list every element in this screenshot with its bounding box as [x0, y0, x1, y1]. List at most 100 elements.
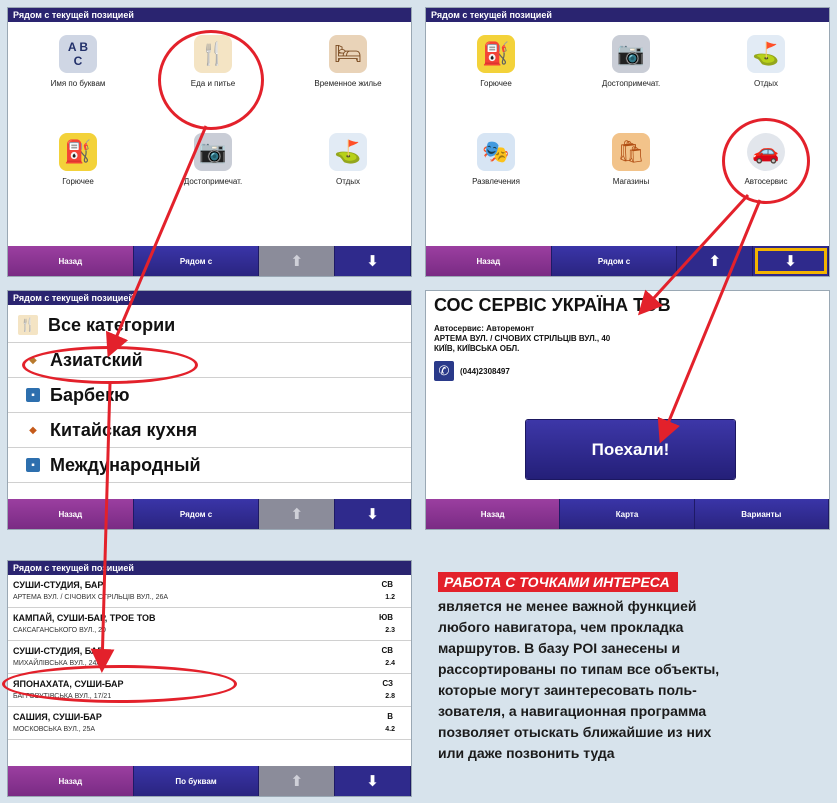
call-button[interactable]: ✆ (044)2308497	[434, 361, 510, 381]
cutlery-icon: 🍴	[18, 315, 38, 335]
scroll-up-icon[interactable]: ⬆	[259, 246, 336, 276]
result-name: САШИЯ, СУШИ-БАР	[13, 712, 102, 722]
caption-body: является не менее важной функцией любого…	[438, 598, 720, 761]
category-entertainment[interactable]: 🎭 Развлечения	[426, 133, 566, 186]
category-label: Отдых	[753, 79, 779, 88]
fuel-pump-icon: ⛽	[477, 35, 515, 73]
result-name: КАМПАЙ, СУШИ-БАР, ТРОЕ ТОВ	[13, 613, 156, 623]
result-name: СУШИ-СТУДИЯ, БАР	[13, 646, 104, 656]
options-button[interactable]: Варианты	[694, 499, 829, 529]
result-distance: 2.8	[385, 693, 395, 700]
category-spell-name[interactable]: A BC Имя по буквам	[8, 35, 148, 88]
list-item-bbq[interactable]: ▪ Барбекю	[8, 378, 411, 413]
category-attractions[interactable]: 📷 Достопримечат.	[561, 35, 701, 88]
abc-blocks-icon: A BC	[59, 35, 97, 73]
category-label: Достопримечат.	[183, 177, 243, 186]
list-item-asian[interactable]: ◆ Азиатский	[8, 343, 411, 378]
leaf-icon: ◆	[29, 354, 37, 366]
category-attractions[interactable]: 📷 Достопримечат.	[143, 133, 283, 186]
bed-icon: 🛏	[329, 35, 367, 73]
category-label: Имя по буквам	[50, 79, 106, 88]
cutlery-icon: 🍴	[194, 35, 232, 73]
table-row[interactable]: КАМПАЙ, СУШИ-БАР, ТРОЕ ТОВ САКСАГАНСЬКОГ…	[8, 608, 411, 641]
chopsticks-icon: ◆	[29, 424, 37, 436]
result-address: САКСАГАНСЬКОГО ВУЛ., 20	[13, 627, 106, 634]
poi-city: КИЇВ, КИЇВСЬКА ОБЛ.	[434, 344, 520, 353]
back-button[interactable]: Назад	[426, 499, 561, 529]
title-bar: Рядом с текущей позицией	[8, 8, 411, 22]
category-fuel[interactable]: ⛽ Горючее	[426, 35, 566, 88]
table-row[interactable]: СУШИ-СТУДИЯ, БАР МИХАЙЛІВСЬКА ВУЛ., 24А …	[8, 641, 411, 674]
list-item-all-categories[interactable]: 🍴 Все категории	[8, 308, 411, 343]
poi-address: АРТЕМА ВУЛ. / СІЧОВИХ СТРІЛЬЦІВ ВУЛ., 40	[434, 334, 611, 343]
category-label: Развлечения	[472, 177, 520, 186]
poi-name: СОС СЕРВІС УКРАЇНА ТОВ	[434, 295, 671, 315]
result-distance: 2.4	[385, 660, 395, 667]
result-direction: СВ	[381, 646, 393, 655]
result-distance: 4.2	[385, 726, 395, 733]
scroll-down-icon[interactable]: ⬇	[335, 499, 411, 529]
near-button[interactable]: Рядом с	[133, 246, 260, 276]
title-bar: Рядом с текущей позицией	[8, 561, 411, 575]
screen-food-subcategories: Рядом с текущей позицией 🍴 Все категории…	[7, 290, 412, 530]
scroll-down-icon[interactable]: ⬇	[753, 246, 829, 276]
category-label: Отдых	[335, 177, 361, 186]
scroll-down-icon[interactable]: ⬇	[335, 246, 411, 276]
map-button[interactable]: Карта	[560, 499, 695, 529]
category-label: Достопримечат.	[601, 79, 661, 88]
bottom-bar: Назад Рядом с ⬆ ⬇	[8, 246, 411, 276]
bottom-bar: Назад Карта Варианты	[426, 499, 829, 529]
scroll-up-icon[interactable]: ⬆	[259, 766, 336, 796]
category-recreation[interactable]: ⛳ Отдых	[696, 35, 829, 88]
category-lodging[interactable]: 🛏 Временное жилье	[278, 35, 411, 88]
result-name: СУШИ-СТУДИЯ, БАР	[13, 580, 104, 590]
bottom-bar: Назад По буквам ⬆ ⬇	[8, 766, 411, 796]
scroll-up-icon[interactable]: ⬆	[677, 246, 754, 276]
golf-icon: ⛳	[329, 133, 367, 171]
category-recreation[interactable]: ⛳ Отдых	[278, 133, 411, 186]
go-button[interactable]: Поехали!	[526, 420, 735, 479]
list-item-international[interactable]: ▪ Международный	[8, 448, 411, 483]
category-label: Барбекю	[50, 384, 130, 405]
table-row[interactable]: ЯПОНАХАТА, СУШИ-БАР БАГГОВУТІВСЬКА ВУЛ.,…	[8, 674, 411, 707]
screen-poi-categories-2: Рядом с текущей позицией ⛽ Горючее 📷 Дос…	[425, 7, 830, 277]
poi-category: Автосервис: Авторемонт	[434, 324, 535, 333]
category-fuel[interactable]: ⛽ Горючее	[8, 133, 148, 186]
list-item-chinese[interactable]: ◆ Китайская кухня	[8, 413, 411, 448]
grill-icon: ▪	[26, 388, 40, 402]
shopping-bag-icon: 🛍	[612, 133, 650, 171]
title-bar: Рядом с текущей позицией	[8, 291, 411, 305]
result-direction: ЮВ	[378, 613, 393, 622]
category-label: Китайская кухня	[50, 419, 198, 440]
back-button[interactable]: Назад	[8, 499, 134, 529]
category-food-drink[interactable]: 🍴 Еда и питье	[143, 35, 283, 88]
fuel-pump-icon: ⛽	[59, 133, 97, 171]
near-button[interactable]: Рядом с	[551, 246, 678, 276]
screen-poi-details: СОС СЕРВІС УКРАЇНА ТОВ Автосервис: Автор…	[425, 290, 830, 530]
back-button[interactable]: Назад	[8, 766, 134, 796]
scroll-up-icon[interactable]: ⬆	[259, 499, 336, 529]
category-car-service[interactable]: 🚗 Автосервис	[696, 133, 829, 186]
result-address: МОСКОВСЬКА ВУЛ., 25А	[13, 726, 96, 733]
spell-button[interactable]: По буквам	[133, 766, 260, 796]
category-label: Горючее	[62, 177, 94, 186]
table-row[interactable]: СУШИ-СТУДИЯ, БАР АРТЕМА ВУЛ. / СІЧОВИХ С…	[8, 575, 411, 608]
result-distance: 2.3	[385, 627, 395, 634]
screen-poi-categories-1: Рядом с текущей позицией A BC Имя по бук…	[7, 7, 412, 277]
category-label: Еда и питье	[190, 79, 236, 88]
back-button[interactable]: Назад	[426, 246, 552, 276]
category-label: Временное жилье	[314, 79, 382, 88]
back-button[interactable]: Назад	[8, 246, 134, 276]
result-address: БАГГОВУТІВСЬКА ВУЛ., 17/21	[13, 693, 112, 700]
bottom-bar: Назад Рядом с ⬆ ⬇	[8, 499, 411, 529]
table-row[interactable]: САШИЯ, СУШИ-БАР МОСКОВСЬКА ВУЛ., 25А В 4…	[8, 707, 411, 740]
near-button[interactable]: Рядом с	[133, 499, 260, 529]
golf-icon: ⛳	[747, 35, 785, 73]
scroll-down-icon[interactable]: ⬇	[335, 766, 411, 796]
caption-title: РАБОТА С ТОЧКАМИ ИНТЕРЕСА	[438, 572, 678, 592]
phone-icon: ✆	[434, 361, 454, 381]
category-shopping[interactable]: 🛍 Магазины	[561, 133, 701, 186]
article-caption: РАБОТА С ТОЧКАМИ ИНТЕРЕСА является не ме…	[438, 572, 830, 764]
result-address: АРТЕМА ВУЛ. / СІЧОВИХ СТРІЛЬЦІВ ВУЛ., 26…	[13, 594, 169, 601]
camera-icon: 📷	[612, 35, 650, 73]
